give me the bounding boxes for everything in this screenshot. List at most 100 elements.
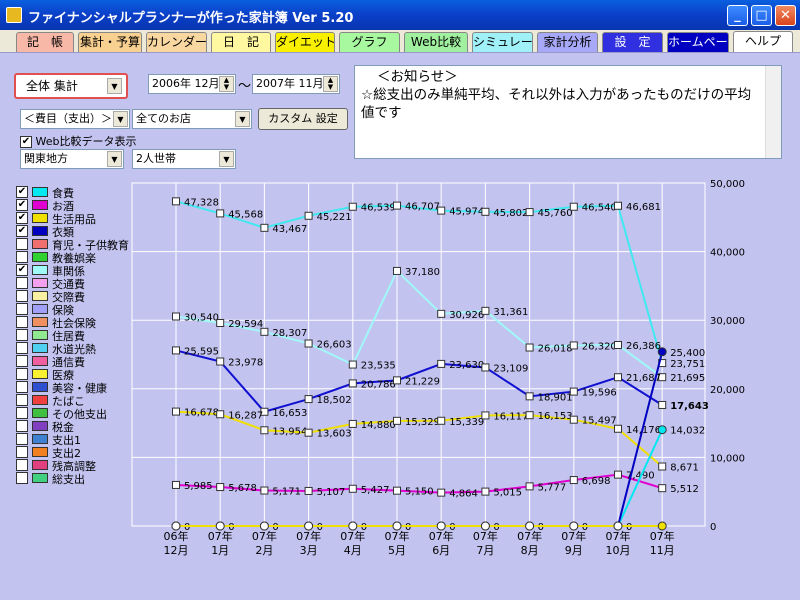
tab-4[interactable]: ダイエット — [275, 32, 335, 52]
category-select[interactable]: ＜費目（支出）＞ ▼ — [20, 109, 130, 129]
color-swatch — [32, 473, 48, 483]
summary-select[interactable]: 全体 集計 ▼ — [14, 73, 128, 99]
data-point — [172, 346, 180, 355]
checkbox-icon[interactable] — [16, 342, 28, 354]
data-point — [259, 521, 269, 531]
data-point — [259, 521, 269, 531]
end-date-picker[interactable]: 2007年 11月 ▲ ▼ — [252, 74, 340, 94]
data-point — [525, 521, 535, 531]
spin-icon[interactable]: ▲ ▼ — [219, 76, 234, 92]
tab-0[interactable]: 記 帳 — [16, 32, 74, 52]
data-label: 5,171 — [272, 487, 301, 498]
x-tick-year: 07年 — [606, 529, 631, 543]
data-label: 0 — [405, 522, 411, 533]
close-button[interactable]: ✕ — [775, 5, 796, 26]
color-swatch — [32, 317, 48, 327]
checkbox-icon[interactable] — [16, 420, 28, 432]
checkbox-icon[interactable]: ✔ — [16, 199, 28, 211]
spin-icon[interactable]: ▲ ▼ — [323, 76, 338, 92]
checkbox-icon[interactable] — [16, 368, 28, 380]
region-select[interactable]: 関東地方 ▼ — [20, 149, 124, 169]
data-point — [614, 470, 622, 479]
checkbox-icon[interactable] — [16, 394, 28, 406]
maximize-button[interactable]: □ — [751, 5, 772, 26]
data-point — [259, 521, 269, 531]
tab-label: Web比較 — [410, 35, 462, 49]
data-label: 0 — [538, 522, 544, 533]
tab-9[interactable]: 設 定 — [602, 32, 663, 52]
x-tick-month: 1月 — [211, 544, 229, 557]
web-compare-toggle[interactable]: ✔ Web比較データ表示 — [20, 133, 136, 148]
app-icon — [6, 7, 22, 23]
tab-7[interactable]: シミュレーション — [472, 32, 533, 52]
tab-11[interactable]: ヘルプ — [733, 31, 793, 53]
data-point — [171, 521, 181, 531]
data-label: 19,596 — [582, 388, 617, 399]
data-label: 21,687 — [626, 373, 661, 384]
series-line — [176, 429, 664, 527]
chevron-down-icon: ▼ — [113, 111, 128, 127]
data-point — [657, 347, 667, 357]
data-point — [171, 521, 181, 531]
tab-8[interactable]: 家計分析 — [537, 32, 598, 52]
x-tick-year: 07年 — [517, 529, 542, 543]
tab-10[interactable]: ホームページ — [667, 32, 729, 52]
checkbox-icon[interactable] — [16, 329, 28, 341]
x-tick-month: 4月 — [344, 544, 362, 557]
data-label: 47,328 — [184, 197, 219, 208]
tab-1[interactable]: 集計・予算 — [78, 32, 142, 52]
checkbox-icon[interactable] — [16, 277, 28, 289]
data-point — [260, 223, 269, 232]
data-point — [657, 521, 667, 531]
checkbox-icon[interactable]: ✔ — [16, 186, 28, 198]
x-tick-month: 10月 — [606, 544, 631, 557]
data-point — [437, 309, 446, 318]
color-swatch — [32, 278, 48, 288]
custom-settings-button[interactable]: カスタム 設定 — [258, 108, 348, 130]
notice-scrollbar[interactable] — [765, 66, 781, 158]
color-swatch — [32, 200, 48, 210]
checkbox-icon[interactable] — [16, 407, 28, 419]
checkbox-icon[interactable] — [16, 238, 28, 250]
checkbox-icon[interactable]: ✔ — [16, 212, 28, 224]
data-point — [348, 521, 358, 531]
store-select-value: 全てのお店 — [136, 112, 191, 125]
color-swatch — [32, 434, 48, 444]
color-swatch — [32, 239, 48, 249]
checkbox-icon[interactable] — [16, 303, 28, 315]
checkbox-icon[interactable]: ✔ — [16, 264, 28, 276]
color-swatch — [32, 460, 48, 470]
checkbox-icon[interactable] — [16, 381, 28, 393]
end-date-value: 2007年 11月 — [256, 77, 324, 90]
data-point — [348, 484, 357, 493]
household-select[interactable]: 2人世帯 ▼ — [132, 149, 236, 169]
tab-2[interactable]: カレンダー — [146, 32, 207, 52]
data-point — [657, 425, 667, 435]
start-date-picker[interactable]: 2006年 12月 ▲ ▼ — [148, 74, 236, 94]
tab-3[interactable]: 日 記 — [211, 32, 271, 52]
checkbox-icon[interactable]: ✔ — [16, 225, 28, 237]
data-point — [171, 521, 181, 531]
data-point — [569, 387, 578, 396]
checkbox-icon[interactable] — [16, 472, 28, 484]
checkbox-icon[interactable] — [16, 433, 28, 445]
data-label: 8,671 — [670, 463, 699, 474]
data-point — [260, 327, 269, 336]
minimize-button[interactable]: _ — [727, 5, 748, 26]
checkbox-icon[interactable] — [16, 355, 28, 367]
checkbox-icon[interactable] — [16, 316, 28, 328]
data-point — [525, 482, 534, 491]
data-point — [525, 521, 535, 531]
checkbox-icon[interactable]: ✔ — [20, 136, 32, 148]
checkbox-icon[interactable] — [16, 446, 28, 458]
checkbox-icon[interactable] — [16, 459, 28, 471]
tab-6[interactable]: Web比較 — [404, 32, 468, 52]
checkbox-icon[interactable] — [16, 290, 28, 302]
checkbox-icon[interactable] — [16, 251, 28, 263]
store-select[interactable]: 全てのお店 ▼ — [132, 109, 252, 129]
data-point — [172, 480, 180, 489]
chevron-down-icon: ▼ — [219, 151, 234, 167]
data-point — [215, 521, 225, 531]
data-point — [437, 416, 446, 425]
tab-5[interactable]: グラフ — [339, 32, 400, 52]
